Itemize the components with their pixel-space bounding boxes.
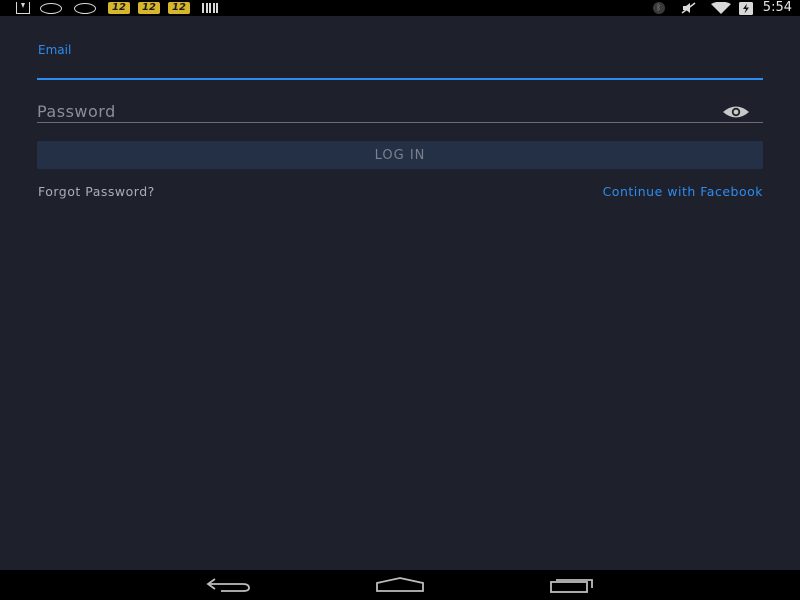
email-underline bbox=[37, 78, 763, 80]
recents-icon[interactable] bbox=[547, 574, 597, 596]
status-bar-notifications: 12 12 12 bbox=[16, 0, 228, 16]
badge-12-icon: 12 bbox=[138, 2, 160, 14]
wifi-icon bbox=[710, 2, 731, 14]
email-field[interactable] bbox=[37, 60, 763, 79]
password-field[interactable] bbox=[37, 100, 727, 122]
barcode-icon bbox=[202, 3, 218, 13]
status-bar: 12 12 12 ᛒ 5:54 bbox=[0, 0, 800, 16]
bluetooth-icon: ᛒ bbox=[652, 2, 665, 14]
back-icon[interactable] bbox=[203, 574, 253, 596]
status-bar-system: ᛒ 5:54 bbox=[652, 0, 792, 16]
email-label: Email bbox=[38, 43, 72, 57]
badge-12-icon: 12 bbox=[108, 2, 130, 14]
notification-oval-icon bbox=[40, 2, 62, 14]
battery-charging-icon bbox=[738, 1, 753, 15]
home-icon[interactable] bbox=[375, 574, 425, 596]
password-underline bbox=[37, 122, 763, 123]
mute-icon bbox=[681, 2, 697, 14]
show-password-eye-icon[interactable] bbox=[720, 103, 752, 121]
login-button[interactable]: LOG IN bbox=[37, 141, 763, 169]
navigation-bar bbox=[0, 570, 800, 600]
status-time: 5:54 bbox=[762, 0, 792, 15]
badge-12-icon: 12 bbox=[168, 2, 190, 14]
continue-with-facebook-link[interactable]: Continue with Facebook bbox=[603, 184, 763, 199]
notification-oval-icon bbox=[74, 2, 96, 14]
download-icon bbox=[16, 2, 30, 14]
forgot-password-link[interactable]: Forgot Password? bbox=[38, 184, 155, 199]
